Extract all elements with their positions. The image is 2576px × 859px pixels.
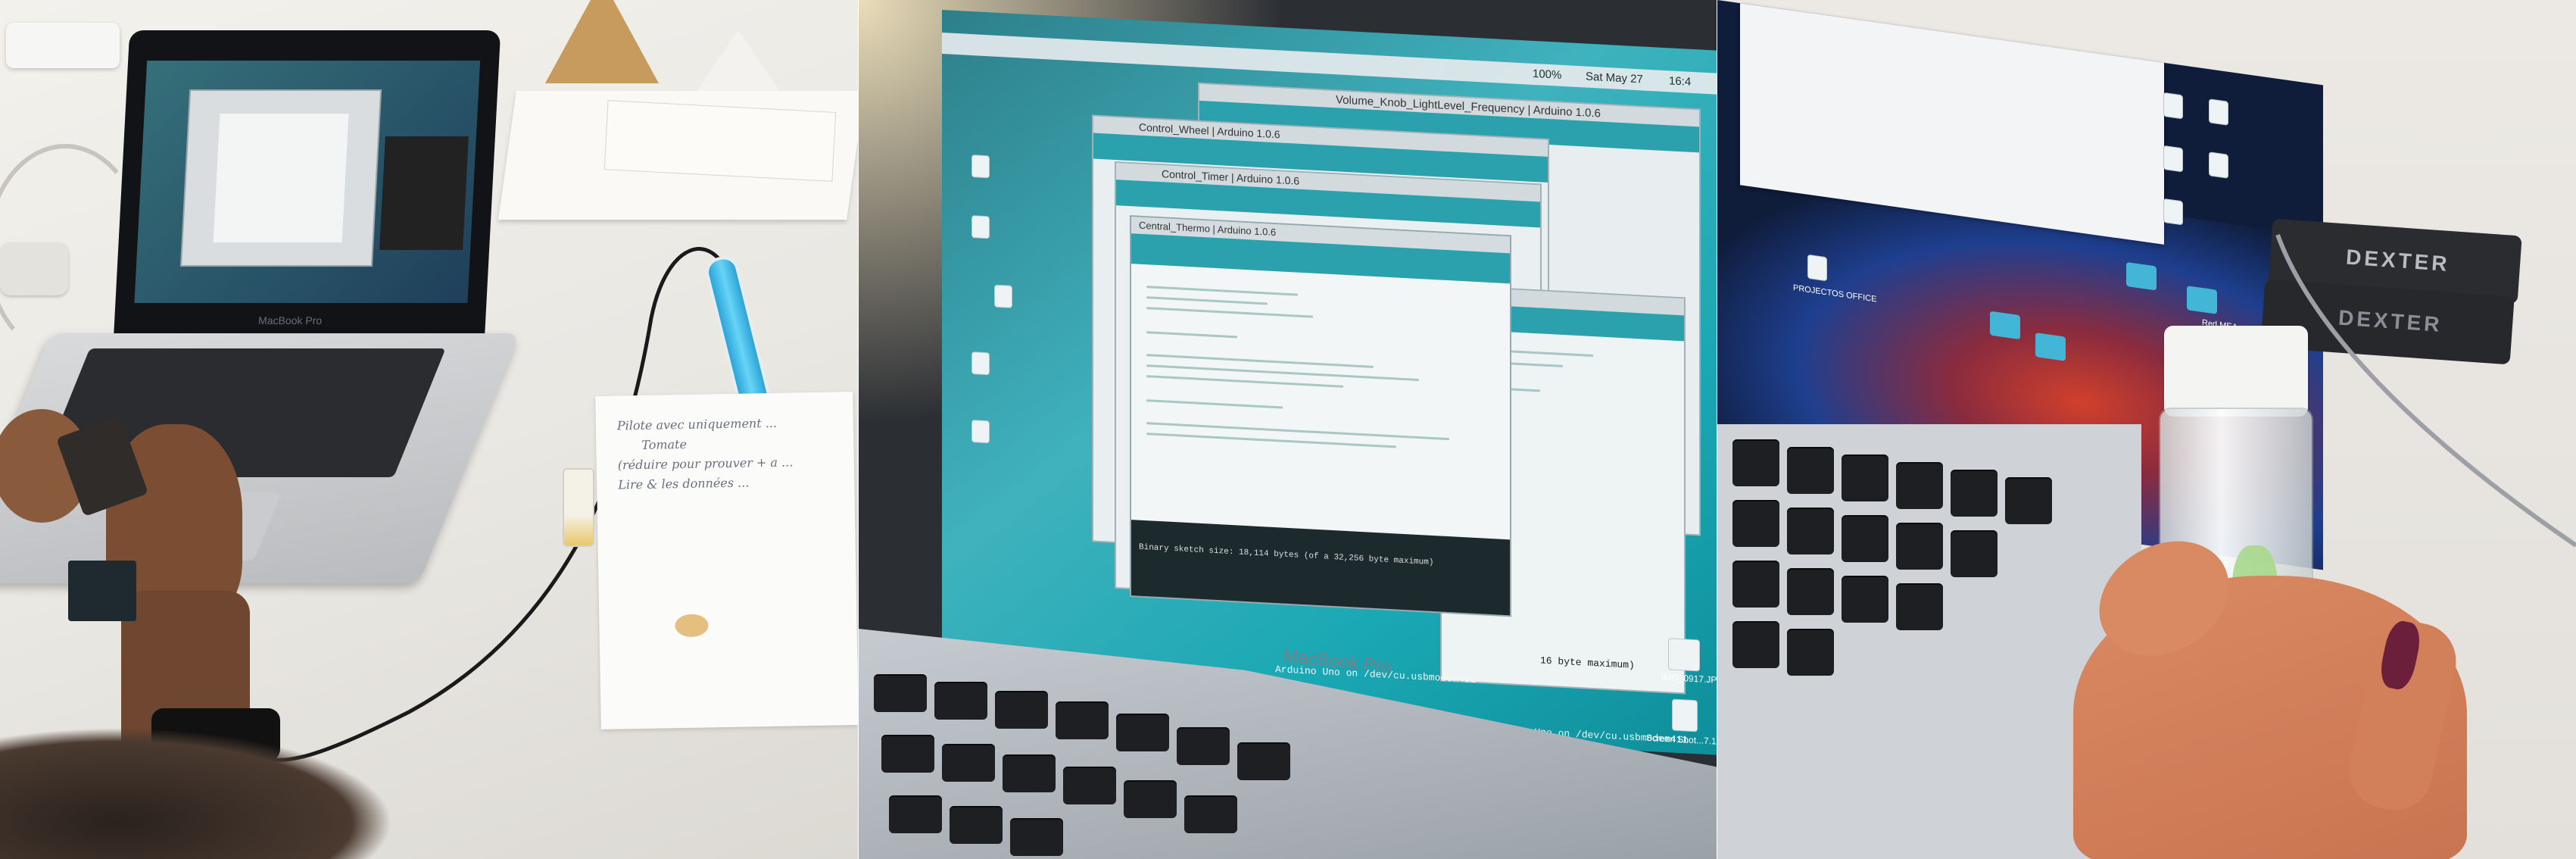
time-label: 16:4 xyxy=(1669,74,1692,89)
desktop-file-icon[interactable] xyxy=(972,216,989,239)
image-file-icon[interactable] xyxy=(1669,639,1699,671)
window-stack: Volume_Knob_LightLevel_Frequency | Ardui… xyxy=(1033,67,1699,693)
desktop-label: Screen Shot...7.12 xyxy=(1646,732,1717,747)
laptop-screen: 100% Sat May 27 16:4 Volume_Knob_LightLe… xyxy=(942,10,1717,755)
desktop-file-icon[interactable] xyxy=(972,352,989,375)
handwritten-note: Pilote avec uniquement ... Tomate (rédui… xyxy=(595,392,858,729)
arduino-board xyxy=(68,561,136,621)
date-label: Sat May 27 xyxy=(1586,70,1643,86)
status-line: Binary sketch size: 18,114 bytes (of a 3… xyxy=(1139,542,1434,568)
desktop-file-icon[interactable] xyxy=(995,285,1012,308)
note-line-1: Pilote avec uniquement ... xyxy=(616,415,778,433)
small-vial xyxy=(564,470,593,545)
liquid-stain xyxy=(675,614,709,638)
arduino-window-front[interactable]: Central_Thermo | Arduino 1.0.6 Binary sk… xyxy=(1131,217,1510,616)
screenshot-file-icon[interactable] xyxy=(1673,699,1697,732)
console-area: Binary sketch size: 18,114 bytes (of a 3… xyxy=(1131,520,1510,616)
wifi-label: 100% xyxy=(1533,67,1562,82)
desktop-file-icon[interactable] xyxy=(972,155,989,178)
photo-panel-sample-vial: PROJECTOS OFFICE Red MEA... DEXTER DEXTE… xyxy=(1717,0,2576,859)
photo-panel-lab-bench: MacBook Pro Pilote avec uniquement ... T… xyxy=(0,0,858,859)
vial-cap xyxy=(2164,326,2308,417)
note-line-3: (réduire pour prouver + a ... xyxy=(617,454,794,473)
desktop-file-icon[interactable] xyxy=(972,420,989,443)
photo-panel-arduino-screen: 100% Sat May 27 16:4 Volume_Knob_LightLe… xyxy=(859,0,1717,859)
note-line-4: Lire & les données ... xyxy=(618,475,750,492)
note-line-2: Tomate xyxy=(641,436,688,452)
legs-shadow xyxy=(0,727,394,859)
